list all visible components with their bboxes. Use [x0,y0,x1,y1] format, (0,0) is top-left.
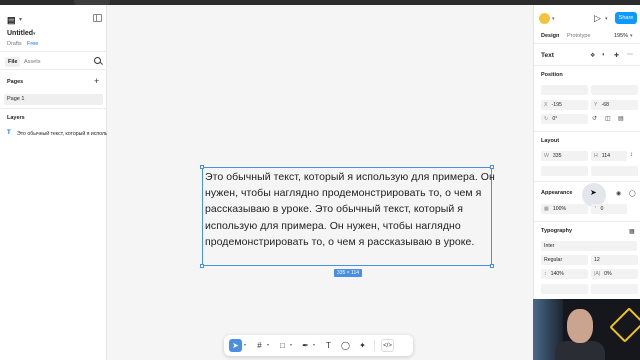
x-field[interactable]: X -195 [541,100,588,110]
webcam-overlay [533,299,640,360]
flip-horizontal-icon[interactable]: ◫ [605,115,611,122]
zoom-level[interactable]: 195% [614,33,628,39]
divider [374,340,375,351]
component-icon[interactable]: ❖ [590,52,595,59]
divider [534,181,640,182]
frame-icon[interactable]: # [253,339,266,352]
position-heading: Position [541,72,563,78]
tab-file[interactable]: File [5,57,21,67]
height-field[interactable]: H 114 [591,151,627,161]
divider [0,69,107,70]
tab-prototype[interactable]: Prototype [567,33,591,39]
mouse-cursor-icon: ➤ [590,188,597,197]
resizing-group[interactable] [541,166,588,176]
typography-heading: Typography [541,228,573,234]
align-horizontal-group[interactable] [541,85,588,95]
selection-title: Text [541,52,554,59]
drafts-link[interactable]: Drafts [7,41,22,47]
figma-logo-icon[interactable]: ▤ [7,15,17,25]
width-field[interactable]: W 335 [541,151,588,161]
text-resize-group[interactable] [591,166,638,176]
font-family-select[interactable]: Inter [541,241,637,251]
resize-handle[interactable] [490,264,494,268]
blend-icon[interactable]: ◯ [629,190,636,197]
page-item[interactable]: Page 1 [4,94,103,105]
chevron-down-icon[interactable]: ▾ [605,16,608,22]
text-content[interactable]: Это обычный текст, который я использую д… [205,169,495,250]
add-page-icon[interactable]: + [94,76,99,86]
appearance-heading: Appearance [541,190,573,196]
size-badge: 335 × 114 [334,269,363,277]
left-panel: ▤ ▾ Untitled ▾ Drafts Free File Assets P… [0,5,153,360]
radius-field[interactable]: ⌝ 0 [591,204,627,214]
search-icon[interactable] [94,57,101,64]
chevron-down-icon[interactable]: ▾ [19,16,22,23]
webcam-presenter-head [567,309,593,343]
chevron-down-icon[interactable]: ▾ [244,342,246,347]
mask-icon[interactable]: ◐ [602,52,606,58]
pen-icon[interactable]: ✒ [299,339,312,352]
chevron-down-icon[interactable]: ▾ [552,16,555,22]
divider [534,65,640,66]
constrain-icon[interactable]: ↕ [630,152,633,158]
sidebar-toggle-icon[interactable] [93,14,102,22]
webcam-logo-sign [609,307,640,343]
plan-badge: Free [27,41,39,47]
share-button[interactable]: Share [615,12,637,24]
divider [0,51,107,52]
chevron-down-icon[interactable]: ▾ [33,31,36,37]
resize-handle[interactable] [200,264,204,268]
layer-item[interactable]: T Это обычный текст, который я использую… [4,129,153,140]
text-layer-icon: T [7,130,11,136]
boolean-icon[interactable]: ✚ [614,52,619,59]
text-align-group[interactable] [541,284,588,294]
file-title[interactable]: Untitled [7,30,33,37]
opacity-field[interactable]: ▦ 100% [541,204,588,214]
more-icon[interactable]: ⋯ [627,51,633,58]
move-icon[interactable]: ➤ [229,339,242,352]
resize-handle[interactable] [200,165,204,169]
chevron-down-icon[interactable]: ▾ [630,33,633,39]
chevron-down-icon[interactable]: ▾ [313,342,315,347]
line-height-field[interactable]: ↕ 140% [541,269,588,279]
selected-text-layer[interactable]: Это обычный текст, который я использую д… [200,165,495,268]
webcam-presenter-body [555,341,605,360]
chevron-down-icon[interactable]: ▾ [290,342,292,347]
font-weight-select[interactable]: Regular [541,255,588,265]
divider [534,131,640,132]
bottom-toolbar: ➤ ▾ # ▾ □ ▾ ✒ ▾ T ◯ ✦ </> [224,335,413,356]
text-icon[interactable]: T [322,339,335,352]
avatar[interactable] [539,13,550,24]
font-size-field[interactable]: 12 [591,255,638,265]
divider [0,108,107,109]
layers-heading: Layers [7,115,25,121]
eye-icon[interactable]: ◉ [616,190,621,197]
pages-heading: Pages [7,79,24,85]
text-styles-icon[interactable]: ▦ [629,228,635,235]
present-icon[interactable]: ▷ [594,13,601,24]
tab-design[interactable]: Design [541,33,559,39]
y-field[interactable]: Y -68 [591,100,638,110]
actions-icon[interactable]: ✦ [356,339,369,352]
layout-heading: Layout [541,138,560,144]
page-item-label: Page 1 [7,96,25,102]
rotation-field[interactable]: ↻ 0° [541,114,588,124]
dev-mode-icon[interactable]: </> [381,339,394,352]
canvas[interactable]: Это обычный текст, который я использую д… [107,5,533,360]
align-vertical-group[interactable] [591,85,638,95]
vertical-align-group[interactable] [591,284,638,294]
divider [534,43,640,44]
tab-assets[interactable]: Assets [24,59,41,65]
rectangle-icon[interactable]: □ [276,339,289,352]
comment-icon[interactable]: ◯ [339,339,352,352]
chevron-down-icon[interactable]: ▾ [267,342,269,347]
flip-vertical-icon[interactable]: ▤ [618,115,624,122]
letter-spacing-field[interactable]: |A| 0% [591,269,638,279]
rotate-icon[interactable]: ↺ [592,115,597,122]
divider [534,221,640,222]
